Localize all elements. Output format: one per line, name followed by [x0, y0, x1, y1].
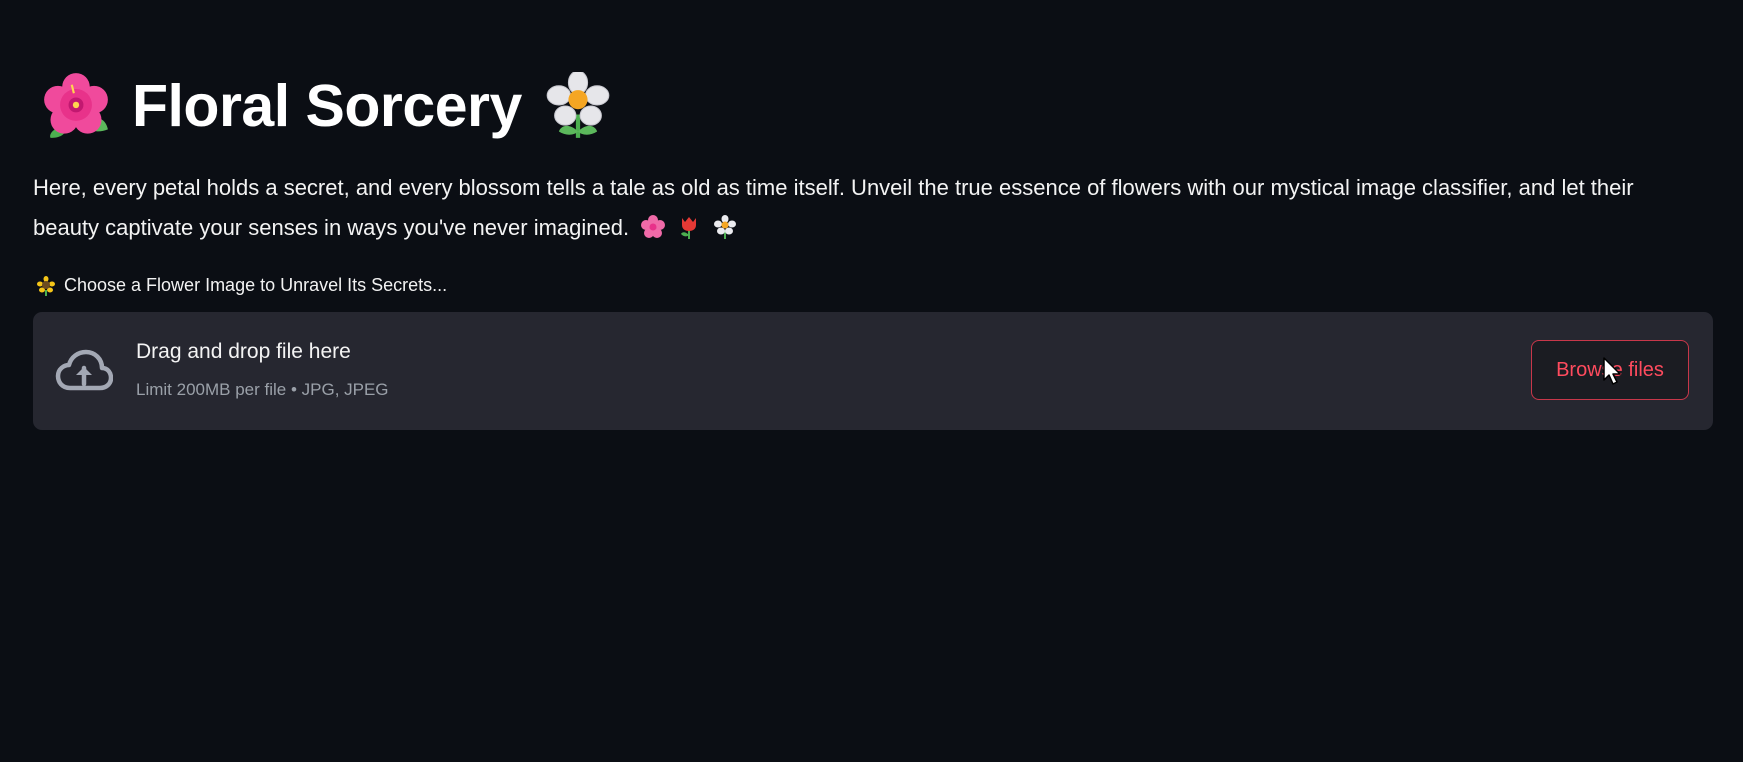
- white-flower-icon: [546, 72, 610, 138]
- white-flower-icon: [714, 215, 737, 239]
- mouse-cursor-icon: [1603, 357, 1621, 385]
- cherry-blossom-icon: [641, 215, 666, 238]
- hibiscus-icon: [44, 73, 108, 138]
- dropzone-instructions: Drag and drop file here: [136, 340, 351, 363]
- uploader-label-text: Choose a Flower Image to Unravel Its Sec…: [64, 275, 448, 295]
- file-dropzone[interactable]: Drag and drop file here Limit 200MB per …: [33, 312, 1713, 430]
- uploader-label: Choose a Flower Image to Unravel Its Sec…: [36, 275, 447, 296]
- tulip-icon: [681, 217, 697, 239]
- page-title: Floral Sorcery: [132, 72, 522, 139]
- app-page: Floral Sorcery Here, every petal holds a…: [0, 0, 1743, 762]
- intro-text: Here, every petal holds a secret, and ev…: [33, 175, 1634, 240]
- dropzone-limit: Limit 200MB per file • JPG, JPEG: [136, 380, 389, 399]
- cloud-upload-icon: [55, 349, 113, 391]
- intro-paragraph: Here, every petal holds a secret, and ev…: [33, 168, 1693, 248]
- title-row: Floral Sorcery: [42, 66, 612, 146]
- sunflower-icon: [37, 275, 55, 296]
